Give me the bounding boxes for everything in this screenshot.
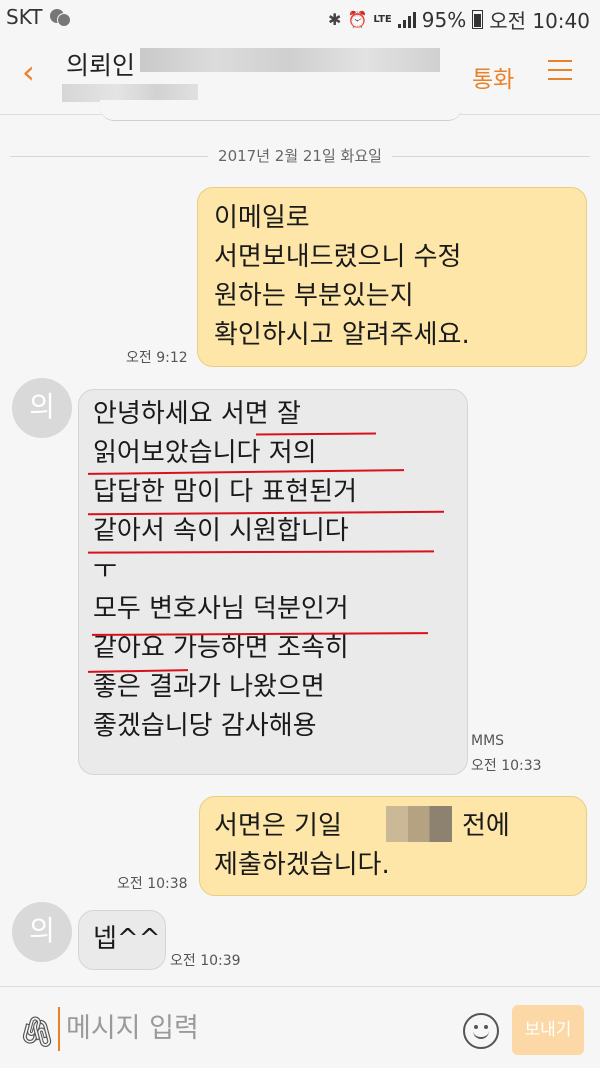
date-separator: 2017년 2월 21일 화요일 — [10, 145, 590, 167]
paperclip-icon[interactable]: 🖇 — [18, 1015, 56, 1050]
message-line: 좋은 결과가 나왔으면 — [93, 672, 325, 702]
status-bar: SKT ✱ ⏰ LTE 95% 오전 10:40 — [0, 0, 600, 36]
carrier-label: SKT — [6, 5, 43, 29]
alarm-icon: ⏰ — [347, 10, 368, 29]
message-line: 확인하시고 알려주세요. — [214, 320, 470, 350]
message-line: 읽어보았습니다 저의 — [93, 438, 317, 468]
network-type: LTE — [373, 13, 392, 25]
date-label: 2017년 2월 21일 화요일 — [208, 147, 392, 165]
hamburger-menu-icon[interactable] — [548, 60, 572, 87]
message-timestamp: 오전 10:38 — [117, 876, 188, 892]
message-line: 안녕하세요 서면 잘 — [93, 399, 301, 429]
smiley-icon[interactable] — [463, 1013, 499, 1049]
previous-message-bubble — [100, 100, 462, 121]
battery-percent: 95% — [421, 7, 467, 32]
message-timestamp: 오전 10:39 — [170, 953, 241, 969]
message-composer: 🖇 메시지 입력 보내기 — [0, 986, 600, 1068]
message-line: ㅜ — [93, 555, 117, 585]
contact-name[interactable]: 의뢰인 — [66, 46, 135, 82]
message-timestamp: 오전 10:33 — [471, 758, 542, 774]
send-button[interactable]: 보내기 — [512, 1005, 584, 1055]
message-line: 모두 변호사님 덕분인거 — [93, 594, 349, 624]
status-right: ✱ ⏰ LTE 95% 오전 10:40 — [328, 5, 590, 34]
sent-message-bubble[interactable]: 이메일로 서면보내드렸으니 수정 원하는 부분있는지 확인하시고 알려주세요. — [197, 187, 587, 367]
message-input[interactable]: 메시지 입력 — [58, 1007, 456, 1051]
message-line: 제출하겠습니다. — [214, 850, 390, 880]
message-line: 전에 — [462, 811, 510, 841]
message-line: 답답한 맘이 다 표현된거 — [93, 477, 357, 507]
clock: 오전 10:40 — [489, 9, 590, 33]
message-type-label: MMS — [471, 733, 505, 749]
call-button[interactable]: 통화 — [472, 60, 514, 94]
message-line: 같아서 속이 시원합니다 — [93, 516, 349, 546]
message-line: 이메일로 — [214, 203, 310, 233]
redacted-date — [386, 806, 452, 842]
chevron-left-icon[interactable]: ‹ — [22, 56, 35, 88]
signal-icon — [397, 11, 416, 28]
bluetooth-icon: ✱ — [328, 10, 342, 29]
received-message-bubble[interactable]: 안녕하세요 서면 잘 읽어보았습니다 저의 답답한 맘이 다 표현된거 같아서 … — [78, 389, 468, 775]
redacted-phone-number — [140, 48, 440, 72]
talk-notification-icon-2 — [57, 13, 71, 27]
contact-avatar[interactable]: 의 — [12, 902, 72, 962]
received-message-bubble[interactable]: 넵^^ — [78, 910, 166, 970]
message-timestamp: 오전 9:12 — [126, 350, 188, 366]
message-line: 넵^^ — [93, 924, 161, 954]
message-line: 서면은 기일 — [214, 811, 342, 841]
contact-avatar[interactable]: 의 — [12, 378, 72, 438]
battery-icon — [472, 10, 484, 29]
message-line: 서면보내드렸으니 수정 — [214, 242, 462, 272]
message-line: 원하는 부분있는지 — [214, 281, 414, 311]
message-line: 좋겠습니당 감사해용 — [93, 711, 317, 741]
